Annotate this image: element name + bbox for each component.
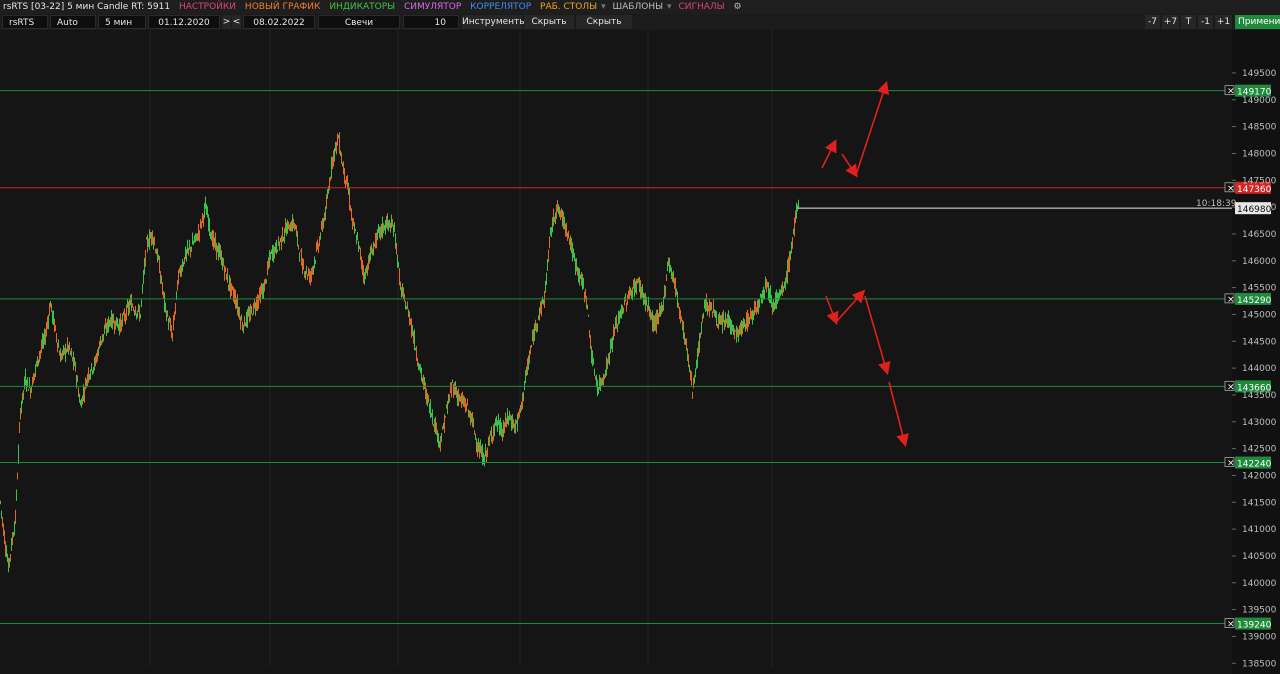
level-close-glyph: × xyxy=(1227,382,1235,392)
apply-button[interactable]: Применить xyxy=(1235,15,1280,29)
plot-background xyxy=(0,30,1232,674)
y-tick-label: 144500 xyxy=(1242,337,1277,347)
level-close-glyph: × xyxy=(1227,620,1235,630)
menu-templates[interactable]: ШАБЛОНЫ xyxy=(610,0,667,14)
count-field[interactable]: 10 xyxy=(403,15,459,29)
y-tick-label: 145000 xyxy=(1242,310,1277,320)
menu-correlator[interactable]: КОРРЕЛЯТОР xyxy=(467,0,534,14)
workspaces-dropdown-icon[interactable]: ▾ xyxy=(600,0,607,14)
chart-type-select[interactable]: Свечи xyxy=(318,15,400,29)
level-badge-label: 142240 xyxy=(1237,460,1272,470)
menu-signals[interactable]: СИГНАЛЫ xyxy=(675,0,727,14)
y-tick-label: 147500 xyxy=(1242,176,1277,186)
zoom-minus7-button[interactable]: -7 xyxy=(1145,15,1160,29)
level-badge-label: 139240 xyxy=(1237,621,1272,631)
gear-icon[interactable]: ⚙ xyxy=(730,0,744,14)
y-tick-label: 149000 xyxy=(1242,96,1277,106)
ticker-select[interactable]: rsRTS xyxy=(2,15,48,29)
zoom-plus1-button[interactable]: +1 xyxy=(1215,15,1232,29)
y-tick-label: 142500 xyxy=(1242,445,1277,455)
price-chart[interactable]: × 149170× 147360× 145290× 143660× 142240× 1392… xyxy=(0,30,1280,674)
level-close-glyph: × xyxy=(1227,459,1235,469)
hide-lines-button[interactable]: Скрыть линии xyxy=(576,15,632,41)
y-tick-label: 138500 xyxy=(1242,659,1277,669)
level-close-glyph: × xyxy=(1227,184,1235,194)
date-to-field[interactable]: 08.02.2022 xyxy=(243,15,315,29)
zoom-minus1-button[interactable]: -1 xyxy=(1198,15,1213,29)
next-arrow-icon[interactable]: > xyxy=(222,15,231,29)
y-tick-label: 139500 xyxy=(1242,606,1277,616)
templates-dropdown-icon[interactable]: ▾ xyxy=(666,0,673,14)
menu-bar: rsRTS [03-22] 5 мин Candle RT: 5911 НАСТ… xyxy=(0,0,1280,14)
y-tick-label: 140500 xyxy=(1242,552,1277,562)
y-tick-label: 143000 xyxy=(1242,418,1277,428)
hide-drawings-button[interactable]: Скрыть рис. xyxy=(524,15,574,41)
y-tick-label: 146500 xyxy=(1242,230,1277,240)
prev-arrow-icon[interactable]: < xyxy=(232,15,241,29)
scale-select[interactable]: Auto xyxy=(50,15,96,29)
y-tick-label: 140000 xyxy=(1242,579,1277,589)
y-tick-label: 141000 xyxy=(1242,525,1277,535)
y-tick-label: 142000 xyxy=(1242,471,1277,481)
y-tick-label: 148000 xyxy=(1242,149,1277,159)
y-tick-label: 139000 xyxy=(1242,632,1277,642)
menu-settings[interactable]: НАСТРОЙКИ xyxy=(176,0,239,14)
level-badge-label: 145290 xyxy=(1237,296,1272,306)
menu-simulator[interactable]: СИМУЛЯТОР xyxy=(401,0,464,14)
date-from-field[interactable]: 01.12.2020 xyxy=(148,15,220,29)
y-tick-label: 144000 xyxy=(1242,364,1277,374)
zoom-t-button[interactable]: T xyxy=(1181,15,1196,29)
zoom-plus7-button[interactable]: +7 xyxy=(1162,15,1179,29)
current-price-label: 146980 xyxy=(1237,205,1272,215)
time-axis xyxy=(0,666,800,674)
menu-workspaces[interactable]: РАБ. СТОЛЫ xyxy=(537,0,600,14)
y-tick-label: 148500 xyxy=(1242,123,1277,133)
level-close-glyph: × xyxy=(1227,295,1235,305)
timeframe-select[interactable]: 5 мин xyxy=(98,15,146,29)
current-time-label: 10:18:39 xyxy=(1196,199,1237,209)
instruments-button[interactable]: Инструменты xyxy=(462,15,526,29)
level-close-glyph: × xyxy=(1227,87,1235,97)
y-tick-label: 141500 xyxy=(1242,498,1277,508)
menu-indicators[interactable]: ИНДИКАТОРЫ xyxy=(326,0,398,14)
y-tick-label: 145500 xyxy=(1242,284,1277,294)
y-tick-label: 143500 xyxy=(1242,391,1277,401)
y-tick-label: 149500 xyxy=(1242,69,1277,79)
instrument-title: rsRTS [03-22] 5 мин Candle RT: 5911 xyxy=(3,2,171,12)
menu-new-chart[interactable]: НОВЫЙ ГРАФИК xyxy=(242,0,324,14)
y-tick-label: 146000 xyxy=(1242,257,1277,267)
toolbar: rsRTS Auto 5 мин 01.12.2020 > < 08.02.20… xyxy=(0,14,1280,41)
